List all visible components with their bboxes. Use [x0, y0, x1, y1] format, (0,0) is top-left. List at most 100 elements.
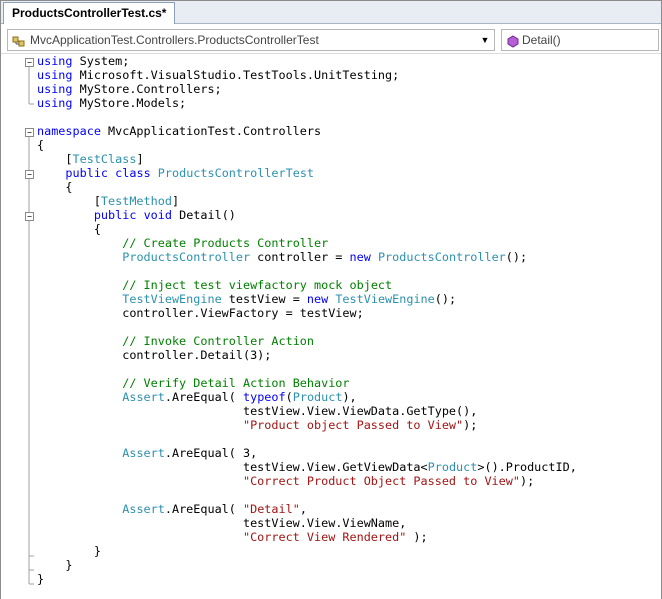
code-text-span: {	[37, 180, 73, 194]
code-keyword: class	[115, 166, 151, 180]
code-line: {	[37, 180, 577, 194]
code-type-name: ProductsControllerTest	[157, 166, 315, 180]
code-text-span: }	[37, 572, 45, 586]
code-string: "Correct Product Object Passed to View"	[242, 474, 520, 488]
code-keyword: using	[37, 82, 73, 96]
code-text-span	[37, 278, 122, 292]
code-text-span	[37, 474, 243, 488]
code-string: "Correct View Rendered"	[242, 530, 407, 544]
code-text-span	[37, 502, 122, 516]
code-text-span: ]	[171, 194, 180, 208]
code-text-span: .AreEqual(	[164, 390, 243, 404]
code-text-span: .AreEqual(	[164, 502, 243, 516]
code-keyword: namespace	[37, 124, 101, 138]
code-line: namespace MvcApplicationTest.Controllers	[37, 124, 577, 138]
code-keyword: typeof	[243, 390, 286, 404]
code-text-span: controller.ViewFactory = testView;	[37, 306, 364, 320]
code-type-name: Assert	[122, 502, 165, 516]
code-comment: // Create Products Controller	[122, 236, 329, 250]
code-text-span: testView =	[221, 292, 307, 306]
code-text-span	[37, 236, 122, 250]
code-line: ​	[37, 264, 577, 278]
collapse-usings-toggle[interactable]: −	[25, 58, 34, 67]
collapse-class-toggle[interactable]: −	[25, 170, 34, 179]
code-type-name: ProductsController	[122, 250, 251, 264]
code-text-span: testView.View.GetViewData<	[37, 460, 428, 474]
member-selector-dropdown[interactable]: Detail()	[501, 29, 659, 51]
code-line: "Correct Product Object Passed to View")…	[37, 474, 577, 488]
code-text-span	[37, 418, 243, 432]
code-line: testView.View.ViewData.GetType(),	[37, 404, 577, 418]
code-line: [TestMethod]	[37, 194, 577, 208]
code-line: controller.ViewFactory = testView;	[37, 306, 577, 320]
code-line: // Verify Detail Action Behavior	[37, 376, 577, 390]
code-text-span: ();	[505, 250, 528, 264]
code-text-span: }	[37, 558, 73, 572]
code-line: // Create Products Controller	[37, 236, 577, 250]
code-line: [TestClass]	[37, 152, 577, 166]
code-line: // Inject test viewfactory mock object	[37, 278, 577, 292]
class-icon	[12, 34, 26, 47]
document-tab-strip: ProductsControllerTest.cs*	[1, 1, 661, 24]
code-line: using MyStore.Controllers;	[37, 82, 577, 96]
code-line: Assert.AreEqual( 3,	[37, 446, 577, 460]
class-selector-dropdown[interactable]: MvcApplicationTest.Controllers.ProductsC…	[7, 29, 495, 51]
code-keyword: new	[349, 250, 371, 264]
code-text-span: );	[519, 474, 535, 488]
code-text-span	[37, 446, 122, 460]
code-keyword: using	[37, 68, 73, 82]
code-line: ​	[37, 362, 577, 376]
chevron-down-icon[interactable]: ▼	[477, 31, 493, 49]
code-keyword: void	[143, 208, 172, 222]
code-type-name: Assert	[122, 390, 165, 404]
member-selector-value: Detail()	[522, 33, 561, 47]
code-line: ​	[37, 320, 577, 334]
code-text-span: ]	[136, 152, 144, 166]
code-line: ​	[37, 432, 577, 446]
code-line: {	[37, 222, 577, 236]
code-text-span	[136, 208, 143, 222]
code-type-name: TestViewEngine	[122, 292, 222, 306]
code-text-span: ();	[434, 292, 457, 306]
document-tab[interactable]: ProductsControllerTest.cs*	[3, 2, 176, 24]
code-string: "Detail"	[243, 502, 300, 516]
code-type-name: Assert	[122, 446, 165, 460]
code-text-span	[37, 530, 243, 544]
code-text[interactable]: using System; using Microsoft.VisualStudi…	[37, 54, 577, 586]
code-text-span: {	[37, 138, 45, 152]
code-type-name: Product	[292, 390, 343, 404]
code-text-span: }	[37, 544, 101, 558]
code-line: using Microsoft.VisualStudio.TestTools.U…	[37, 68, 577, 82]
code-text-span: Microsoft.VisualStudio.TestTools.UnitTes…	[72, 68, 400, 82]
code-keyword: using	[37, 96, 73, 110]
code-text-span: [	[37, 152, 73, 166]
code-text-span: MyStore.Controllers;	[72, 82, 222, 96]
code-line: public void Detail()	[37, 208, 577, 222]
code-type-name: ProductsController	[377, 250, 506, 264]
code-text-span: testView.View.ViewName,	[37, 516, 407, 530]
code-text-span: testView.View.ViewData.GetType(),	[37, 404, 478, 418]
code-text-span	[151, 166, 158, 180]
code-text-span	[371, 250, 378, 264]
code-line: }	[37, 572, 577, 586]
code-line: Assert.AreEqual( typeof(Product),	[37, 390, 577, 404]
code-text-span: ),	[342, 390, 357, 404]
code-editor[interactable]: − − − − using System; using Microsoft.Vis…	[1, 53, 661, 599]
code-line: testView.View.ViewName,	[37, 516, 577, 530]
code-keyword: public	[93, 208, 137, 222]
code-text-span	[37, 208, 94, 222]
code-comment: // Verify Detail Action Behavior	[122, 376, 350, 390]
code-editor-window: ProductsControllerTest.cs* MvcApplicatio…	[0, 0, 662, 599]
collapse-method-toggle[interactable]: −	[25, 212, 34, 221]
outlining-margin: − − − −	[23, 54, 35, 599]
code-line: public class ProductsControllerTest	[37, 166, 577, 180]
code-line: using System;	[37, 54, 577, 68]
code-line: Assert.AreEqual( "Detail",	[37, 502, 577, 516]
collapse-namespace-toggle[interactable]: −	[25, 128, 34, 137]
code-text-span: >().ProductID,	[477, 460, 577, 474]
code-text-span: System;	[72, 54, 130, 68]
code-text-span	[37, 250, 122, 264]
code-keyword: using	[37, 54, 73, 68]
navigation-bar: MvcApplicationTest.Controllers.ProductsC…	[1, 29, 661, 53]
code-line: "Correct View Rendered" );	[37, 530, 577, 544]
